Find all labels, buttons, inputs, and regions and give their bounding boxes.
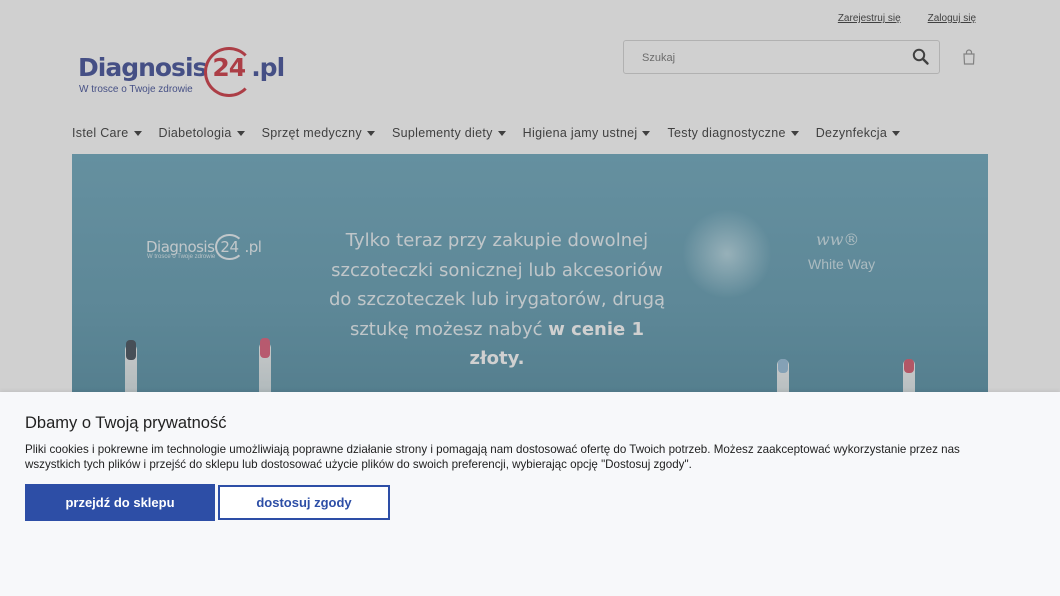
accept-go-to-shop-button[interactable]: przejdź do sklepu xyxy=(25,484,215,521)
customize-consents-button[interactable]: dostosuj zgody xyxy=(218,485,390,520)
cookie-title: Dbamy o Twoją prywatność xyxy=(25,414,227,432)
cookie-text: Pliki cookies i pokrewne im technologie … xyxy=(25,443,960,471)
